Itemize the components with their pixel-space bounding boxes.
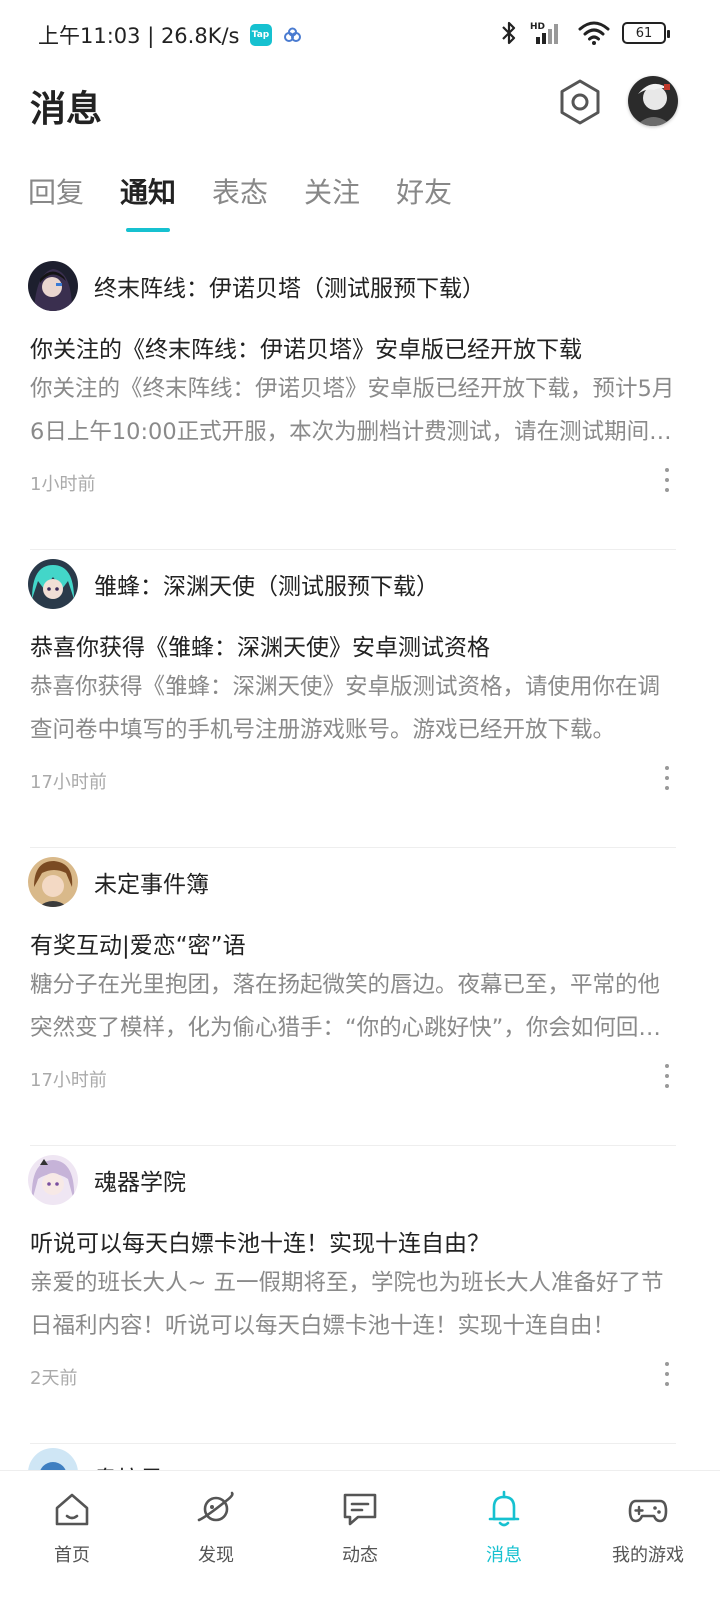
more-options-icon[interactable] <box>662 766 672 790</box>
tab-friends[interactable]: 好友 <box>396 170 452 220</box>
battery-level: 61 <box>635 25 653 41</box>
notification-source[interactable]: 未定事件簿 <box>28 856 209 908</box>
screen: 上午11:03 | 26.8K/s Tap HD 61 消息 回复 通知 表态 … <box>0 0 720 1600</box>
nav-feed[interactable]: 动态 <box>288 1471 432 1600</box>
tab-label: 通知 <box>120 176 177 209</box>
bluetooth-icon <box>502 21 516 45</box>
notification-card[interactable]: 雏蜂：深渊天使（测试服预下载） 恭喜你获得《雏蜂：深渊天使》安卓测试资格 恭喜你… <box>0 550 720 848</box>
tab-label: 好友 <box>396 176 453 209</box>
svg-text:HD: HD <box>530 22 545 32</box>
tab-label: 回复 <box>28 176 85 209</box>
status-bar: 上午11:03 | 26.8K/s Tap HD 61 <box>0 0 720 70</box>
notification-list: 终末阵线：伊诺贝塔（测试服预下载） 你关注的《终末阵线：伊诺贝塔》安卓版已经开放… <box>0 252 720 1444</box>
nav-discover[interactable]: 发现 <box>144 1471 288 1600</box>
more-options-icon[interactable] <box>662 1064 672 1088</box>
notification-card[interactable]: 魂器学院 听说可以每天白嫖卡池十连！实现十连自由？ 亲爱的班长大人~ 五一假期将… <box>0 1146 720 1444</box>
bell-icon <box>488 1490 520 1527</box>
bottom-nav: 首页 发现 动态 消息 我的游戏 <box>0 1470 720 1600</box>
tab-notifications[interactable]: 通知 <box>120 170 177 232</box>
nav-messages[interactable]: 消息 <box>432 1471 576 1600</box>
notification-source[interactable]: 雏蜂：深渊天使（测试服预下载） <box>28 558 439 610</box>
notification-title: 有奖互动|爱恋“密”语 <box>30 933 246 959</box>
notification-title: 听说可以每天白嫖卡池十连！实现十连自由？ <box>30 1231 490 1257</box>
tab-reply[interactable]: 回复 <box>28 170 84 220</box>
cloud-sync-icon <box>283 27 301 42</box>
game-avatar <box>28 857 78 907</box>
more-options-icon[interactable] <box>662 1362 672 1386</box>
nav-label: 我的游戏 <box>612 1545 684 1566</box>
nav-label: 动态 <box>342 1545 378 1566</box>
tab-bar: 回复 通知 表态 关注 好友 <box>28 170 452 234</box>
game-avatar <box>28 261 78 311</box>
notification-card[interactable]: 未定事件簿 有奖互动|爱恋“密”语 糖分子在光里抱团，落在扬起微笑的唇边。夜幕已… <box>0 848 720 1146</box>
source-name: 未定事件簿 <box>94 872 209 898</box>
notification-time: 1小时前 <box>30 474 96 495</box>
more-options-icon[interactable] <box>662 468 672 492</box>
page-title: 消息 <box>30 89 103 130</box>
active-tab-indicator <box>126 228 171 232</box>
nav-label: 发现 <box>198 1545 234 1566</box>
notification-card[interactable]: 终末阵线：伊诺贝塔（测试服预下载） 你关注的《终末阵线：伊诺贝塔》安卓版已经开放… <box>0 252 720 550</box>
nav-my-games[interactable]: 我的游戏 <box>576 1471 720 1600</box>
notification-title: 恭喜你获得《雏蜂：深渊天使》安卓测试资格 <box>30 635 490 661</box>
notification-source[interactable]: 魂器学院 <box>28 1154 186 1206</box>
source-name: 雏蜂：深渊天使（测试服预下载） <box>94 574 439 600</box>
notification-title: 你关注的《终末阵线：伊诺贝塔》安卓版已经开放下载 <box>30 337 582 363</box>
notification-body: 恭喜你获得《雏蜂：深渊天使》安卓版测试资格，请使用你在调查问卷中填写的手机号注册… <box>30 674 661 743</box>
game-avatar <box>28 559 78 609</box>
nav-label: 消息 <box>486 1545 522 1566</box>
nav-label: 首页 <box>54 1545 90 1566</box>
status-left: 上午11:03 | 26.8K/s Tap <box>38 20 304 50</box>
settings-button[interactable] <box>556 76 604 128</box>
status-time-speed: 上午11:03 | 26.8K/s <box>38 24 240 48</box>
tab-following[interactable]: 关注 <box>304 170 360 220</box>
notification-body: 糖分子在光里抱团，落在扬起微笑的唇边。夜幕已至，平常的他突然变了模样，化为偷心猎… <box>30 972 661 1041</box>
nav-home[interactable]: 首页 <box>0 1471 144 1600</box>
chat-bubble-icon <box>343 1493 377 1526</box>
cellular-signal-icon: HD <box>530 22 558 44</box>
avatar-image <box>628 76 678 126</box>
divider <box>30 1443 676 1444</box>
battery-indicator: 61 <box>622 22 670 44</box>
status-right: HD 61 <box>500 20 670 46</box>
notification-time: 17小时前 <box>30 772 107 793</box>
notification-time: 2天前 <box>30 1368 78 1389</box>
source-name: 终末阵线：伊诺贝塔（测试服预下载） <box>94 276 485 302</box>
notification-body: 亲爱的班长大人~ 五一假期将至，学院也为班长大人准备好了节日福利内容！听说可以每… <box>30 1270 664 1339</box>
tab-reactions[interactable]: 表态 <box>212 170 268 220</box>
hexagon-settings-icon <box>560 79 600 125</box>
notification-body: 你关注的《终末阵线：伊诺贝塔》安卓版已经开放下载，预计5月6日上午10:00正式… <box>30 376 675 445</box>
game-avatar <box>28 1155 78 1205</box>
wifi-icon <box>578 21 610 45</box>
user-avatar[interactable] <box>628 76 678 126</box>
source-name: 魂器学院 <box>94 1170 186 1196</box>
tab-label: 关注 <box>304 176 361 209</box>
tap-app-icon: Tap <box>249 24 272 46</box>
notification-source[interactable]: 终末阵线：伊诺贝塔（测试服预下载） <box>28 260 485 312</box>
header: 消息 <box>0 70 720 140</box>
notification-time: 17小时前 <box>30 1070 107 1091</box>
gamepad-icon <box>628 1499 668 1523</box>
planet-icon <box>197 1491 234 1522</box>
tab-label: 表态 <box>212 176 269 209</box>
home-icon <box>55 1493 89 1526</box>
